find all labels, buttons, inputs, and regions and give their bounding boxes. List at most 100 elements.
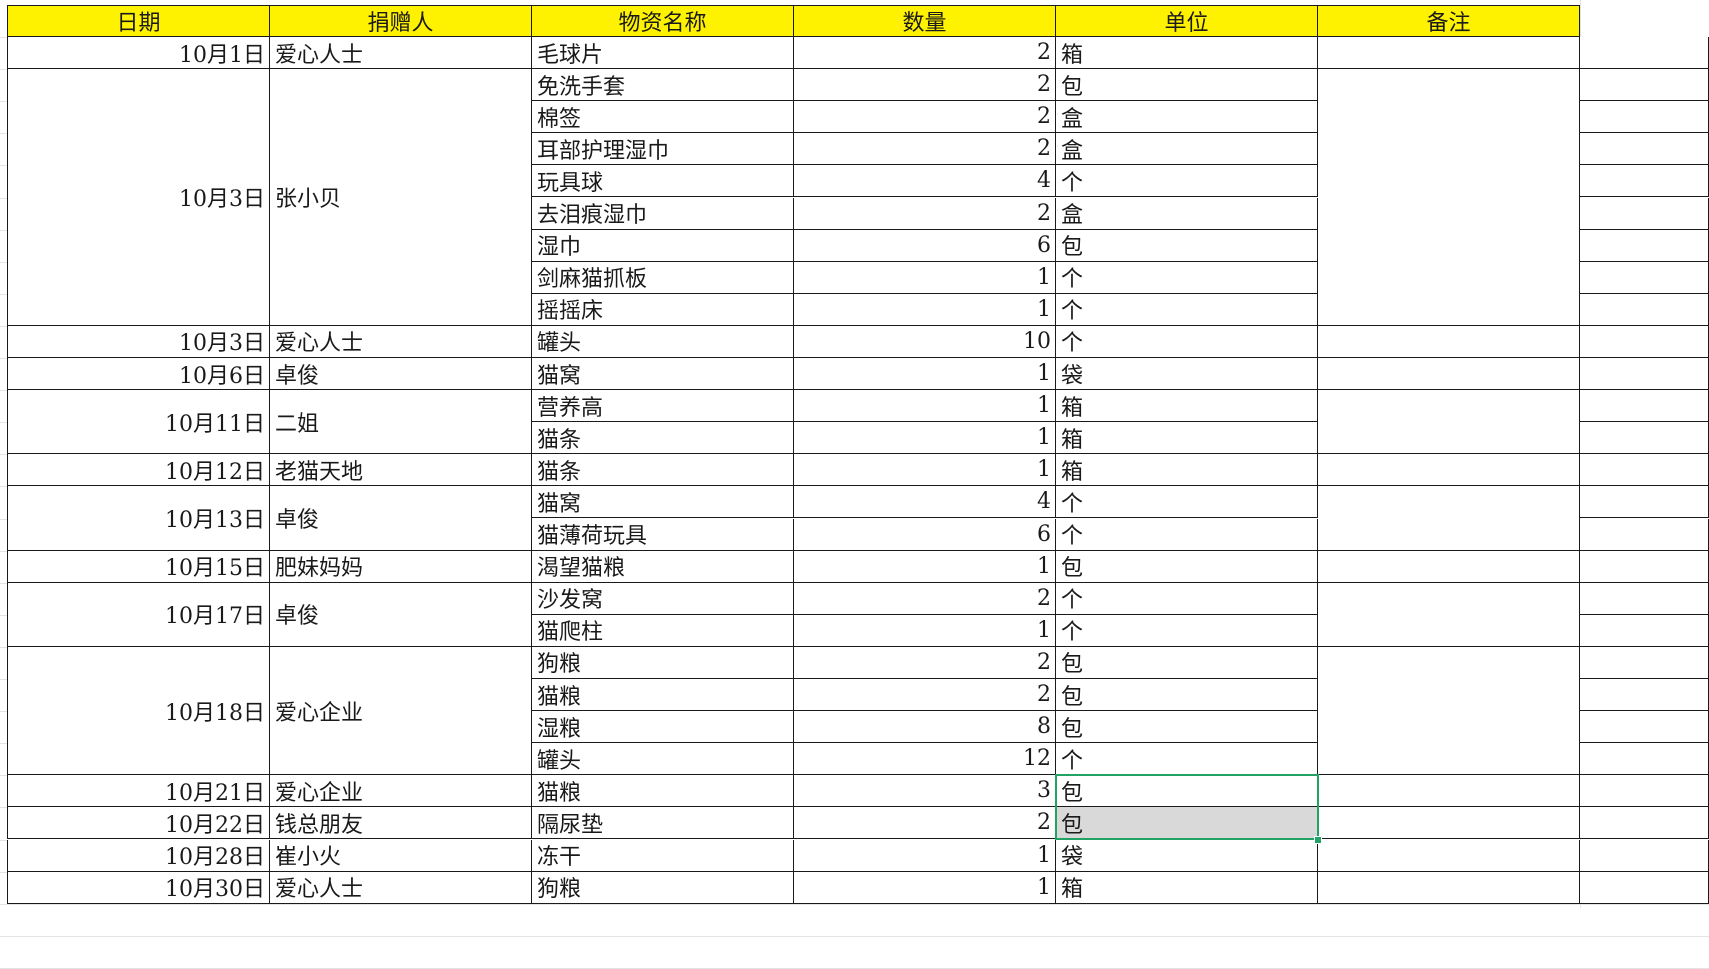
date-cell[interactable]: 10月17日 — [7, 582, 270, 647]
unit-cell[interactable]: 包 — [1056, 807, 1318, 840]
quantity-cell[interactable]: 10 — [794, 325, 1056, 358]
item-name-cell[interactable]: 毛球片 — [532, 37, 794, 70]
note-cell[interactable] — [1318, 582, 1580, 647]
donor-cell[interactable]: 爱心人士 — [270, 37, 532, 70]
item-name-cell[interactable]: 湿粮 — [532, 711, 794, 744]
empty-cell[interactable] — [1580, 390, 1709, 423]
unit-cell[interactable]: 袋 — [1056, 839, 1318, 872]
quantity-cell[interactable]: 1 — [794, 390, 1056, 423]
date-cell[interactable]: 10月30日 — [7, 871, 270, 904]
quantity-cell[interactable]: 2 — [794, 37, 1056, 70]
item-name-cell[interactable]: 猫粮 — [532, 775, 794, 808]
note-cell[interactable] — [1318, 358, 1580, 391]
item-name-cell[interactable]: 营养高 — [532, 390, 794, 423]
empty-cell[interactable] — [1580, 358, 1709, 391]
empty-cell[interactable] — [1580, 197, 1709, 230]
note-cell[interactable] — [1318, 550, 1580, 583]
quantity-cell[interactable]: 6 — [794, 518, 1056, 551]
unit-cell[interactable]: 箱 — [1056, 871, 1318, 904]
item-name-cell[interactable]: 摇摇床 — [532, 293, 794, 326]
item-name-cell[interactable]: 猫薄荷玩具 — [532, 518, 794, 551]
column-header[interactable]: 数量 — [794, 5, 1056, 37]
unit-cell[interactable]: 袋 — [1056, 358, 1318, 391]
quantity-cell[interactable]: 2 — [794, 197, 1056, 230]
column-header[interactable]: 捐赠人 — [270, 5, 532, 37]
unit-cell[interactable]: 箱 — [1056, 37, 1318, 70]
date-cell[interactable]: 10月15日 — [7, 550, 270, 583]
unit-cell[interactable]: 个 — [1056, 486, 1318, 519]
note-cell[interactable] — [1318, 646, 1580, 776]
unit-cell[interactable]: 箱 — [1056, 422, 1318, 455]
item-name-cell[interactable]: 去泪痕湿巾 — [532, 197, 794, 230]
empty-cell[interactable] — [1580, 679, 1709, 712]
donor-cell[interactable]: 钱总朋友 — [270, 807, 532, 840]
empty-cell[interactable] — [1580, 550, 1709, 583]
unit-cell[interactable]: 箱 — [1056, 390, 1318, 423]
unit-cell[interactable]: 个 — [1056, 165, 1318, 198]
item-name-cell[interactable]: 猫粮 — [532, 679, 794, 712]
quantity-cell[interactable]: 8 — [794, 711, 1056, 744]
quantity-cell[interactable]: 1 — [794, 839, 1056, 872]
item-name-cell[interactable]: 湿巾 — [532, 229, 794, 262]
quantity-cell[interactable]: 1 — [794, 293, 1056, 326]
note-cell[interactable] — [1318, 69, 1580, 326]
item-name-cell[interactable]: 耳部护理湿巾 — [532, 133, 794, 166]
quantity-cell[interactable]: 1 — [794, 454, 1056, 487]
donor-cell[interactable]: 爱心企业 — [270, 646, 532, 776]
donor-cell[interactable]: 张小贝 — [270, 69, 532, 326]
column-header[interactable]: 物资名称 — [532, 5, 794, 37]
donor-cell[interactable]: 卓俊 — [270, 582, 532, 647]
quantity-cell[interactable]: 1 — [794, 358, 1056, 391]
empty-cell[interactable] — [1580, 101, 1709, 134]
empty-cell[interactable] — [1580, 743, 1709, 776]
empty-cell[interactable] — [1580, 133, 1709, 166]
item-name-cell[interactable]: 隔尿垫 — [532, 807, 794, 840]
unit-cell[interactable]: 个 — [1056, 261, 1318, 294]
date-cell[interactable]: 10月6日 — [7, 358, 270, 391]
column-header[interactable]: 备注 — [1318, 5, 1580, 37]
quantity-cell[interactable]: 6 — [794, 229, 1056, 262]
unit-cell[interactable]: 个 — [1056, 293, 1318, 326]
unit-cell[interactable]: 包 — [1056, 646, 1318, 679]
quantity-cell[interactable]: 2 — [794, 101, 1056, 134]
quantity-cell[interactable]: 2 — [794, 646, 1056, 679]
quantity-cell[interactable]: 1 — [794, 550, 1056, 583]
unit-cell[interactable]: 包 — [1056, 775, 1318, 808]
column-header[interactable]: 日期 — [7, 5, 270, 37]
donor-cell[interactable]: 卓俊 — [270, 358, 532, 391]
empty-cell[interactable] — [1580, 646, 1709, 679]
empty-cell[interactable] — [1580, 261, 1709, 294]
date-cell[interactable]: 10月11日 — [7, 390, 270, 455]
donor-cell[interactable]: 二姐 — [270, 390, 532, 455]
empty-cell[interactable] — [1580, 807, 1709, 840]
note-cell[interactable] — [1318, 454, 1580, 487]
quantity-cell[interactable]: 2 — [794, 807, 1056, 840]
item-name-cell[interactable]: 免洗手套 — [532, 69, 794, 102]
empty-cell[interactable] — [1580, 518, 1709, 551]
quantity-cell[interactable]: 2 — [794, 133, 1056, 166]
empty-cell[interactable] — [1580, 711, 1709, 744]
date-cell[interactable]: 10月3日 — [7, 325, 270, 358]
note-cell[interactable] — [1318, 325, 1580, 358]
quantity-cell[interactable]: 3 — [794, 775, 1056, 808]
item-name-cell[interactable]: 罐头 — [532, 325, 794, 358]
date-cell[interactable]: 10月12日 — [7, 454, 270, 487]
item-name-cell[interactable]: 棉签 — [532, 101, 794, 134]
unit-cell[interactable]: 个 — [1056, 325, 1318, 358]
item-name-cell[interactable]: 渴望猫粮 — [532, 550, 794, 583]
donor-cell[interactable]: 爱心企业 — [270, 775, 532, 808]
donor-cell[interactable]: 爱心人士 — [270, 325, 532, 358]
note-cell[interactable] — [1318, 37, 1580, 70]
donor-cell[interactable]: 卓俊 — [270, 486, 532, 551]
unit-cell[interactable]: 包 — [1056, 711, 1318, 744]
empty-cell[interactable] — [1580, 229, 1709, 262]
empty-cell[interactable] — [1580, 454, 1709, 487]
note-cell[interactable] — [1318, 807, 1580, 840]
quantity-cell[interactable]: 1 — [794, 871, 1056, 904]
unit-cell[interactable]: 盒 — [1056, 197, 1318, 230]
note-cell[interactable] — [1318, 486, 1580, 551]
empty-cell[interactable] — [1580, 69, 1709, 102]
item-name-cell[interactable]: 狗粮 — [532, 646, 794, 679]
note-cell[interactable] — [1318, 839, 1580, 872]
date-cell[interactable]: 10月21日 — [7, 775, 270, 808]
